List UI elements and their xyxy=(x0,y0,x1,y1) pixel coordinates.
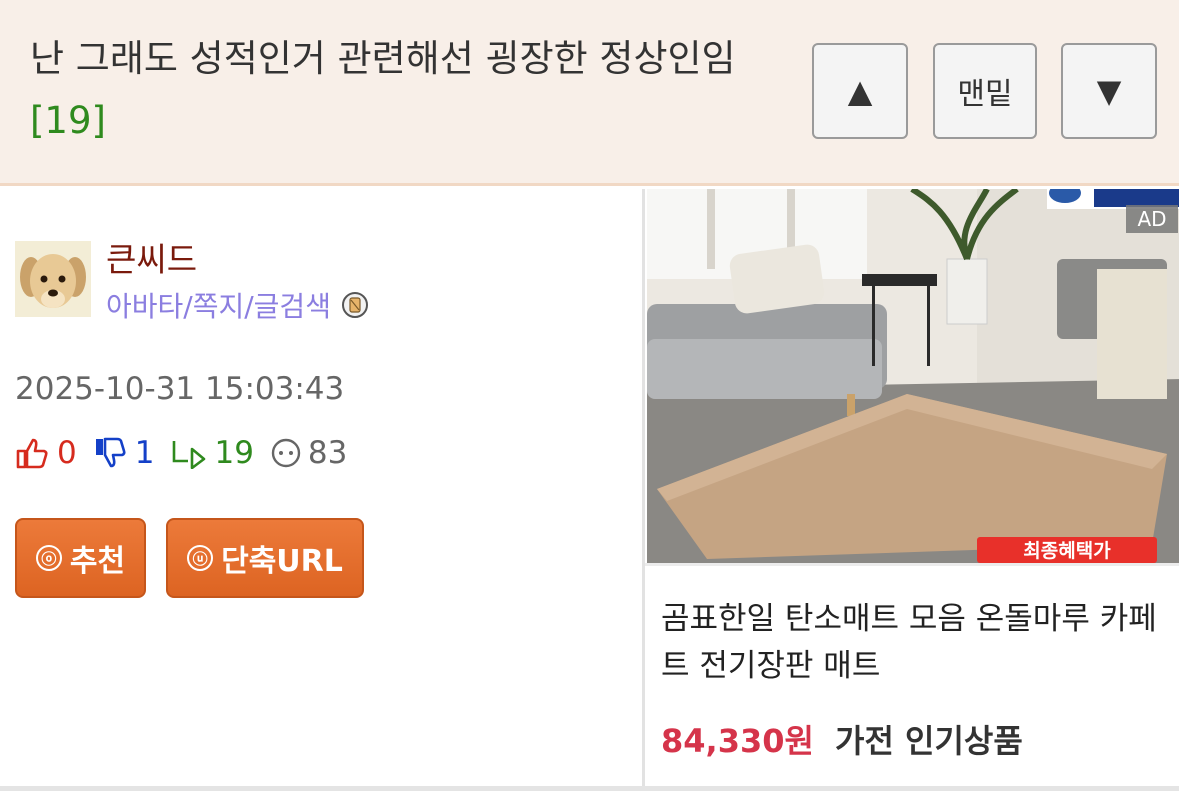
dislike-stat[interactable]: 1 xyxy=(93,435,155,471)
reply-icon xyxy=(173,441,206,469)
post-title: 난 그래도 성적인거 관련해선 굉장한 정상인임 [19] xyxy=(30,28,790,152)
short-url-icon: ⓤ xyxy=(187,545,214,571)
user-badge-icon xyxy=(341,291,369,319)
dislike-count: 1 xyxy=(134,435,155,471)
thumbs-up-icon xyxy=(16,438,48,469)
bottom-divider xyxy=(0,786,1179,791)
comment-count[interactable]: [19] xyxy=(30,99,106,142)
post-title-text: 난 그래도 성적인거 관련해선 굉장한 정상인임 xyxy=(30,37,736,80)
thumbs-down-icon xyxy=(95,437,126,468)
post-header: 난 그래도 성적인거 관련해선 굉장한 정상인임 [19] ▲ 맨밑 ▼ xyxy=(0,0,1179,186)
user-links: 아바타/쪽지/글검색 xyxy=(106,285,369,325)
post-datetime: 2025-10-31 15:03:43 xyxy=(15,371,345,407)
short-url-button[interactable]: ⓤ 단축URL xyxy=(166,518,364,598)
recommend-label: 추천 xyxy=(69,544,126,579)
view-icon xyxy=(271,438,301,468)
ad-title[interactable]: 곰표한일 탄소매트 모음 온돌마루 카페트 전기장판 매트 xyxy=(661,596,1171,690)
view-stat: 83 xyxy=(270,435,347,471)
post-stats: 0 1 19 83 xyxy=(15,435,363,471)
reply-count: 19 xyxy=(214,435,254,471)
scroll-down-button[interactable]: ▼ xyxy=(1061,43,1157,139)
scroll-bottom-button[interactable]: 맨밑 xyxy=(933,43,1037,139)
short-url-label: 단축URL xyxy=(221,544,343,579)
scroll-up-button[interactable]: ▲ xyxy=(812,43,908,139)
reply-stat[interactable]: 19 xyxy=(170,435,254,471)
ad-price: 84,330원 xyxy=(661,722,814,760)
like-count: 0 xyxy=(57,435,77,471)
ad-banner-text: 최종혜택가 xyxy=(1023,540,1111,562)
ad-category: 가전 인기상품 xyxy=(835,722,1023,760)
like-stat[interactable]: 0 xyxy=(15,435,77,471)
user-links-text[interactable]: 아바타/쪽지/글검색 xyxy=(106,285,331,325)
ad-product-image[interactable]: 최종혜택가 AD xyxy=(647,189,1179,563)
avatar[interactable] xyxy=(15,241,91,317)
ad-label: AD xyxy=(1126,205,1178,233)
recommend-button[interactable]: ⓞ 추천 xyxy=(15,518,146,598)
recommend-icon: ⓞ xyxy=(35,545,62,571)
post-meta: 큰씨드 아바타/쪽지/글검색 2025-10-31 15:03:43 0 1 1… xyxy=(0,189,642,791)
username[interactable]: 큰씨드 xyxy=(106,233,197,281)
ad-panel[interactable]: 최종혜택가 AD 곰표한일 탄소매트 모음 온돌마루 카페트 전기장판 매트 8… xyxy=(642,189,1179,791)
ad-text[interactable]: 곰표한일 탄소매트 모음 온돌마루 카페트 전기장판 매트 84,330원 가전… xyxy=(645,563,1179,791)
view-count: 83 xyxy=(307,435,348,471)
